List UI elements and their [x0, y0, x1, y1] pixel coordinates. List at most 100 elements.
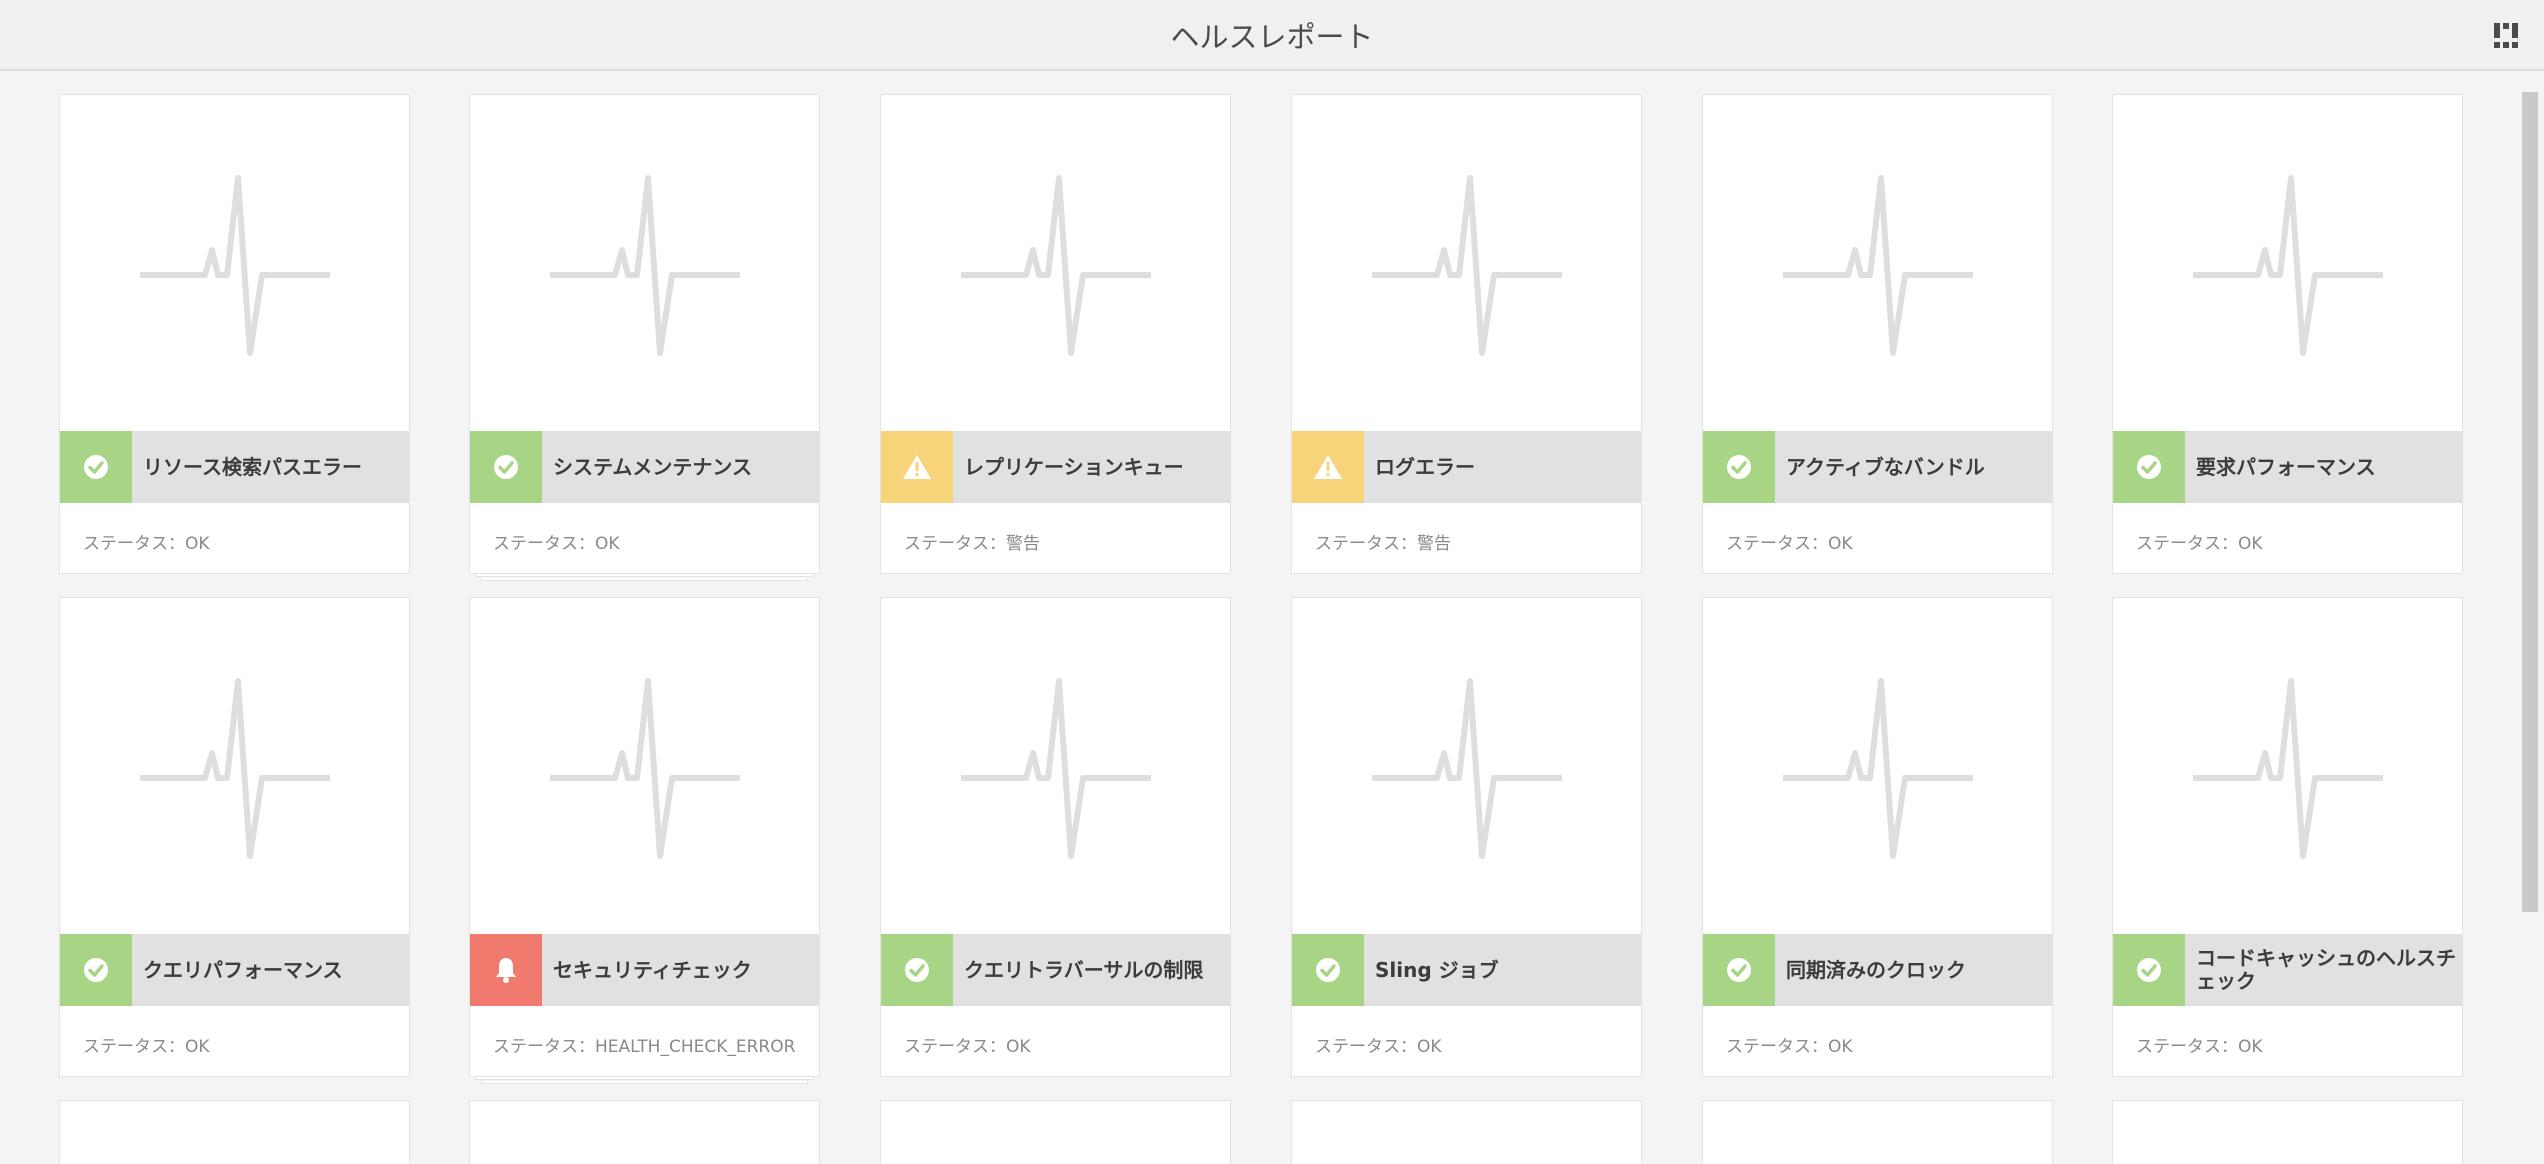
check-circle-icon — [2137, 455, 2161, 479]
heartbeat-icon — [2193, 678, 2383, 859]
card-label-bar: クエリパフォーマンス — [60, 934, 409, 1006]
card-status: ステータス：OK — [1726, 1037, 1853, 1057]
heartbeat-icon — [1783, 175, 1973, 356]
card-thumbnail — [1292, 95, 1641, 431]
card-status: ステータス：OK — [904, 1037, 1031, 1057]
status-chip — [2113, 934, 2185, 1006]
card-thumbnail — [60, 598, 409, 934]
card-status: ステータス：OK — [1315, 1037, 1442, 1057]
check-circle-icon — [84, 455, 108, 479]
status-chip — [60, 934, 132, 1006]
card-title: クエリトラバーサルの制限 — [964, 957, 1204, 982]
health-check-card[interactable]: コードキャッシュのヘルスチェック ステータス：OK — [2112, 597, 2463, 1077]
status-chip — [470, 431, 542, 503]
card-thumbnail — [1703, 95, 2052, 431]
card-status: ステータス：OK — [1726, 534, 1853, 554]
card-stack-edge — [481, 1081, 808, 1084]
heartbeat-icon — [961, 175, 1151, 356]
card-thumbnail — [1292, 598, 1641, 934]
status-chip — [1292, 431, 1364, 503]
card-thumbnail — [1703, 598, 2052, 934]
health-check-card[interactable]: アクティブなバンドル ステータス：OK — [1702, 94, 2053, 574]
health-check-card[interactable] — [469, 1100, 820, 1164]
card-status: ステータス：OK — [2136, 534, 2263, 554]
check-circle-icon — [84, 958, 108, 982]
card-title: Sling ジョブ — [1375, 957, 1499, 982]
card-label-bar: システムメンテナンス — [470, 431, 819, 503]
card-title: 同期済みのクロック — [1786, 957, 1966, 982]
card-thumbnail — [470, 95, 819, 431]
health-check-card[interactable]: レプリケーションキュー ステータス：警告 — [880, 94, 1231, 574]
health-check-card[interactable]: 要求パフォーマンス ステータス：OK — [2112, 94, 2463, 574]
card-thumbnail — [881, 598, 1230, 934]
card-thumbnail — [881, 95, 1230, 431]
warning-triangle-icon — [903, 455, 931, 479]
status-chip — [470, 934, 542, 1006]
card-title: セキュリティチェック — [553, 957, 752, 982]
health-check-card[interactable]: 同期済みのクロック ステータス：OK — [1702, 597, 2053, 1077]
bell-icon — [496, 958, 516, 983]
status-chip — [1292, 934, 1364, 1006]
heartbeat-icon — [550, 175, 740, 356]
health-check-card[interactable] — [1291, 1100, 1642, 1164]
status-chip — [881, 934, 953, 1006]
check-circle-icon — [494, 455, 518, 479]
card-label-bar: アクティブなバンドル — [1703, 431, 2052, 503]
health-check-card[interactable]: Sling ジョブ ステータス：OK — [1291, 597, 1642, 1077]
card-status: ステータス：OK — [2136, 1037, 2263, 1057]
heartbeat-icon — [140, 175, 330, 356]
health-check-card[interactable]: セキュリティチェック ステータス：HEALTH_CHECK_ERROR — [469, 597, 820, 1077]
top-bar: ヘルスレポート — [0, 0, 2544, 71]
card-label-bar: コードキャッシュのヘルスチェック — [2113, 934, 2462, 1006]
status-chip — [1703, 431, 1775, 503]
card-thumbnail — [60, 95, 409, 431]
grid-view-icon[interactable] — [2494, 23, 2518, 49]
card-title: リソース検索パスエラー — [143, 454, 362, 479]
card-title: 要求パフォーマンス — [2196, 454, 2376, 479]
card-stack-edge — [475, 1077, 814, 1080]
card-label-bar: クエリトラバーサルの制限 — [881, 934, 1230, 1006]
status-chip — [1703, 934, 1775, 1006]
card-title: レプリケーションキュー — [964, 454, 1184, 479]
card-thumbnail — [2113, 95, 2462, 431]
heartbeat-icon — [961, 678, 1151, 859]
card-status: ステータス：OK — [83, 534, 210, 554]
health-check-card[interactable] — [1702, 1100, 2053, 1164]
health-check-card[interactable]: クエリトラバーサルの制限 ステータス：OK — [880, 597, 1231, 1077]
card-title: クエリパフォーマンス — [143, 957, 343, 982]
card-label-bar: 同期済みのクロック — [1703, 934, 2052, 1006]
health-check-card[interactable]: システムメンテナンス ステータス：OK — [469, 94, 820, 574]
card-label-bar: レプリケーションキュー — [881, 431, 1230, 503]
health-check-card[interactable] — [880, 1100, 1231, 1164]
card-label-bar: セキュリティチェック — [470, 934, 819, 1006]
card-title: ログエラー — [1375, 454, 1475, 479]
health-check-card[interactable] — [2112, 1100, 2463, 1164]
status-chip — [60, 431, 132, 503]
card-thumbnail — [470, 598, 819, 934]
card-status: ステータス：警告 — [1315, 534, 1451, 554]
heartbeat-icon — [2193, 175, 2383, 356]
card-thumbnail — [2113, 598, 2462, 934]
card-status: ステータス：OK — [83, 1037, 210, 1057]
card-title: アクティブなバンドル — [1786, 454, 1985, 479]
health-check-card[interactable]: ログエラー ステータス：警告 — [1291, 94, 1642, 574]
page-title: ヘルスレポート — [1170, 20, 1374, 54]
check-circle-icon — [905, 958, 929, 982]
health-check-card[interactable]: クエリパフォーマンス ステータス：OK — [59, 597, 410, 1077]
scrollbar-thumb[interactable] — [2522, 92, 2538, 912]
health-check-card[interactable]: リソース検索パスエラー ステータス：OK — [59, 94, 410, 574]
heartbeat-icon — [550, 678, 740, 859]
check-circle-icon — [1727, 455, 1751, 479]
heartbeat-icon — [140, 678, 330, 859]
card-status: ステータス：警告 — [904, 534, 1040, 554]
heartbeat-icon — [1783, 678, 1973, 859]
health-check-card[interactable] — [59, 1100, 410, 1164]
card-label-bar: 要求パフォーマンス — [2113, 431, 2462, 503]
status-chip — [881, 431, 953, 503]
heartbeat-icon — [1372, 175, 1562, 356]
status-chip — [2113, 431, 2185, 503]
card-title: コードキャッシュのヘルスチェック — [2196, 946, 2456, 993]
check-circle-icon — [1727, 958, 1751, 982]
heartbeat-icon — [1372, 678, 1562, 859]
card-label-bar: Sling ジョブ — [1292, 934, 1641, 1006]
